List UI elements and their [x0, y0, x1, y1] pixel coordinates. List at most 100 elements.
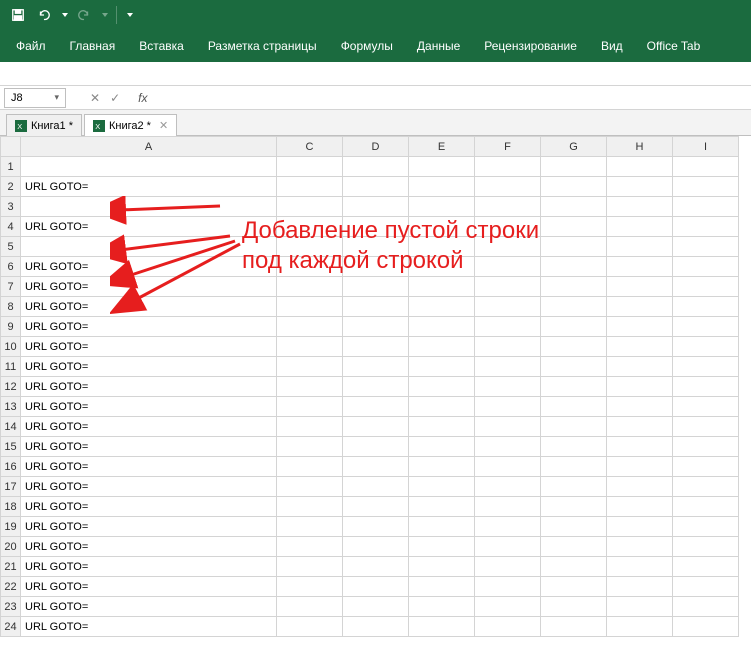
cell-H1[interactable] — [607, 157, 673, 177]
cell-D24[interactable] — [343, 617, 409, 637]
cell-A16[interactable]: URL GOTO= — [21, 457, 277, 477]
cell-I6[interactable] — [673, 257, 739, 277]
cell-A20[interactable]: URL GOTO= — [21, 537, 277, 557]
cell-E13[interactable] — [409, 397, 475, 417]
cell-I21[interactable] — [673, 557, 739, 577]
cell-I4[interactable] — [673, 217, 739, 237]
cell-F3[interactable] — [475, 197, 541, 217]
cell-G16[interactable] — [541, 457, 607, 477]
cell-E24[interactable] — [409, 617, 475, 637]
cell-E2[interactable] — [409, 177, 475, 197]
cell-E12[interactable] — [409, 377, 475, 397]
cell-H13[interactable] — [607, 397, 673, 417]
cell-H20[interactable] — [607, 537, 673, 557]
cell-A5[interactable] — [21, 237, 277, 257]
cell-E20[interactable] — [409, 537, 475, 557]
cell-E3[interactable] — [409, 197, 475, 217]
cell-I20[interactable] — [673, 537, 739, 557]
cell-A17[interactable]: URL GOTO= — [21, 477, 277, 497]
cell-D14[interactable] — [343, 417, 409, 437]
cell-C17[interactable] — [277, 477, 343, 497]
cell-D15[interactable] — [343, 437, 409, 457]
cell-A22[interactable]: URL GOTO= — [21, 577, 277, 597]
row-header-15[interactable]: 15 — [1, 437, 21, 457]
cell-H9[interactable] — [607, 317, 673, 337]
cell-I10[interactable] — [673, 337, 739, 357]
cell-F6[interactable] — [475, 257, 541, 277]
cell-G24[interactable] — [541, 617, 607, 637]
row-header-8[interactable]: 8 — [1, 297, 21, 317]
cell-F20[interactable] — [475, 537, 541, 557]
cell-H19[interactable] — [607, 517, 673, 537]
cell-D9[interactable] — [343, 317, 409, 337]
cell-I18[interactable] — [673, 497, 739, 517]
cell-D21[interactable] — [343, 557, 409, 577]
row-header-12[interactable]: 12 — [1, 377, 21, 397]
cell-E8[interactable] — [409, 297, 475, 317]
cell-A24[interactable]: URL GOTO= — [21, 617, 277, 637]
cell-E7[interactable] — [409, 277, 475, 297]
row-header-19[interactable]: 19 — [1, 517, 21, 537]
cell-G17[interactable] — [541, 477, 607, 497]
cell-D11[interactable] — [343, 357, 409, 377]
cell-F24[interactable] — [475, 617, 541, 637]
cell-G14[interactable] — [541, 417, 607, 437]
cell-C11[interactable] — [277, 357, 343, 377]
formula-bar[interactable] — [151, 88, 747, 108]
row-header-7[interactable]: 7 — [1, 277, 21, 297]
cell-C14[interactable] — [277, 417, 343, 437]
cell-C4[interactable] — [277, 217, 343, 237]
cell-A7[interactable]: URL GOTO= — [21, 277, 277, 297]
cell-D19[interactable] — [343, 517, 409, 537]
cell-H17[interactable] — [607, 477, 673, 497]
cell-A21[interactable]: URL GOTO= — [21, 557, 277, 577]
select-all-corner[interactable] — [1, 137, 21, 157]
cell-E6[interactable] — [409, 257, 475, 277]
tab-office-tab[interactable]: Office Tab — [635, 30, 713, 62]
cell-A3[interactable] — [21, 197, 277, 217]
cell-G10[interactable] — [541, 337, 607, 357]
cell-C23[interactable] — [277, 597, 343, 617]
workbook-tab-2[interactable]: X Книга2 * ✕ — [84, 114, 177, 136]
cell-C10[interactable] — [277, 337, 343, 357]
cell-F23[interactable] — [475, 597, 541, 617]
workbook-tab-1[interactable]: X Книга1 * — [6, 114, 82, 136]
cell-E22[interactable] — [409, 577, 475, 597]
cell-C19[interactable] — [277, 517, 343, 537]
cell-D8[interactable] — [343, 297, 409, 317]
undo-dropdown-icon[interactable] — [62, 13, 68, 17]
cell-F10[interactable] — [475, 337, 541, 357]
cell-I22[interactable] — [673, 577, 739, 597]
cell-G4[interactable] — [541, 217, 607, 237]
cell-F1[interactable] — [475, 157, 541, 177]
column-header-F[interactable]: F — [475, 137, 541, 157]
cell-I17[interactable] — [673, 477, 739, 497]
cell-H16[interactable] — [607, 457, 673, 477]
cell-F9[interactable] — [475, 317, 541, 337]
column-header-H[interactable]: H — [607, 137, 673, 157]
accept-formula-icon[interactable]: ✓ — [110, 91, 120, 105]
cell-G19[interactable] — [541, 517, 607, 537]
row-header-18[interactable]: 18 — [1, 497, 21, 517]
cell-E16[interactable] — [409, 457, 475, 477]
cell-E15[interactable] — [409, 437, 475, 457]
cell-H15[interactable] — [607, 437, 673, 457]
row-header-16[interactable]: 16 — [1, 457, 21, 477]
cell-D5[interactable] — [343, 237, 409, 257]
redo-dropdown-icon[interactable] — [102, 13, 108, 17]
column-header-C[interactable]: C — [277, 137, 343, 157]
cell-F17[interactable] — [475, 477, 541, 497]
cell-F11[interactable] — [475, 357, 541, 377]
cell-G15[interactable] — [541, 437, 607, 457]
cell-F12[interactable] — [475, 377, 541, 397]
cell-E19[interactable] — [409, 517, 475, 537]
row-header-9[interactable]: 9 — [1, 317, 21, 337]
fx-icon[interactable]: fx — [138, 91, 147, 105]
cell-G1[interactable] — [541, 157, 607, 177]
cell-C3[interactable] — [277, 197, 343, 217]
cell-G5[interactable] — [541, 237, 607, 257]
cell-I14[interactable] — [673, 417, 739, 437]
cell-C12[interactable] — [277, 377, 343, 397]
cell-C13[interactable] — [277, 397, 343, 417]
cell-H6[interactable] — [607, 257, 673, 277]
